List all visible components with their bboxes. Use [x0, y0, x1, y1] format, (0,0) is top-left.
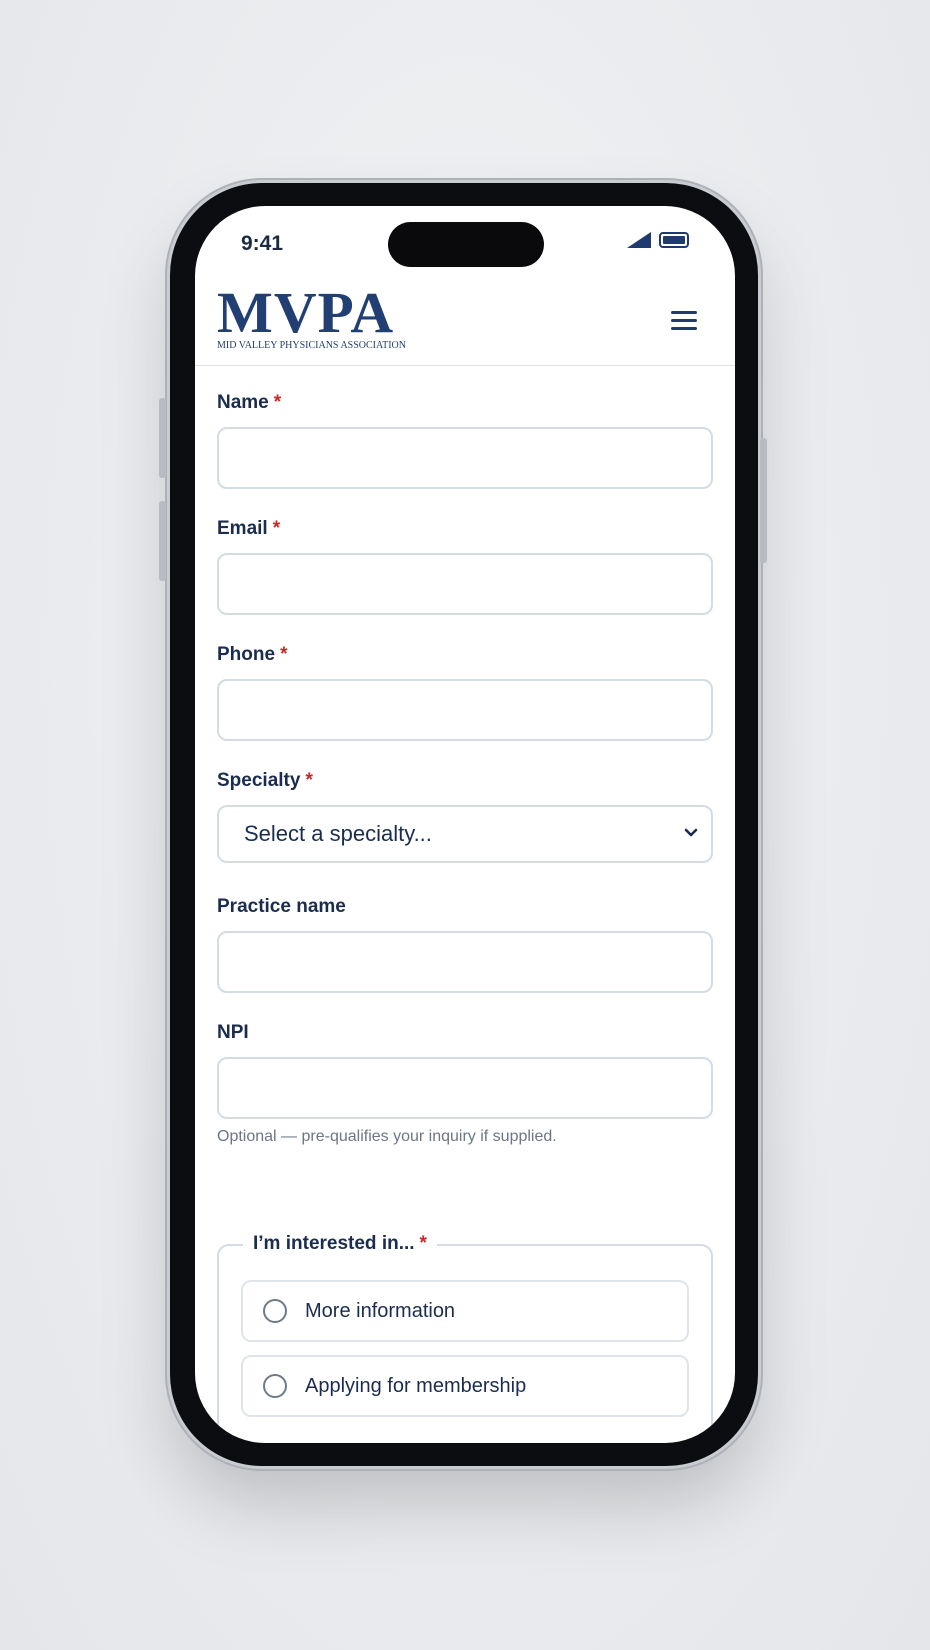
mute-switch	[159, 398, 166, 478]
specialty-field-group: Specialty * Select a specialty...	[217, 769, 713, 863]
required-marker: *	[272, 518, 281, 539]
phone-screen: 9:41 MVPA MID VALLEY PHYSICIANS ASSOCIAT…	[195, 206, 735, 1443]
inquiry-form: Name * Email * Phone * Specialty * Select a …	[217, 391, 713, 1443]
radio-button[interactable]	[263, 1299, 287, 1323]
option-label: More information	[305, 1299, 456, 1322]
phone-frame: 9:41 MVPA MID VALLEY PHYSICIANS ASSOCIAT…	[159, 183, 767, 1466]
email-label: Email *	[217, 518, 281, 539]
name-input[interactable]	[217, 427, 713, 489]
npi-label: NPI	[217, 1022, 249, 1043]
interest-fieldset: I’m interested in... * More information A…	[217, 1232, 713, 1443]
name-field-group: Name *	[217, 391, 713, 489]
radio-button[interactable]	[263, 1374, 287, 1398]
dynamic-island	[388, 222, 544, 267]
required-marker: *	[419, 1233, 427, 1254]
status-time: 9:41	[241, 232, 284, 255]
required-marker: *	[273, 392, 282, 413]
email-field-group: Email *	[217, 517, 713, 615]
required-marker: *	[280, 644, 288, 665]
battery-icon	[659, 232, 689, 248]
hamburger-menu-icon[interactable]	[671, 311, 697, 331]
site-header: MVPA MID VALLEY PHYSICIANS ASSOCIATION	[195, 271, 735, 366]
npi-field-group: NPI Optional — pre-qualifies your inquir…	[217, 1021, 713, 1146]
specialty-select[interactable]: Select a specialty...	[217, 805, 713, 863]
option-more-information[interactable]: More information	[241, 1280, 689, 1342]
practice-name-field-group: Practice name	[217, 895, 713, 993]
option-label: Applying for membership	[305, 1374, 527, 1397]
practice-name-input[interactable]	[217, 931, 713, 993]
phone-field-group: Phone *	[217, 643, 713, 741]
name-label: Name *	[217, 392, 282, 413]
phone-label: Phone *	[217, 644, 288, 665]
npi-input[interactable]	[217, 1057, 713, 1119]
status-icons	[627, 232, 689, 248]
phone-input[interactable]	[217, 679, 713, 741]
chevron-down-icon	[684, 828, 698, 837]
practice-name-label: Practice name	[217, 896, 346, 917]
email-input[interactable]	[217, 553, 713, 615]
required-marker: *	[305, 770, 313, 791]
specialty-selected-value: Select a specialty...	[244, 821, 432, 846]
logo-mark: MVPA	[217, 280, 395, 345]
volume-button	[159, 501, 166, 581]
option-applying-for-membership[interactable]: Applying for membership	[241, 1355, 689, 1417]
mvpa-logo[interactable]: MVPA MID VALLEY PHYSICIANS ASSOCIATION	[217, 284, 406, 352]
interest-legend: I’m interested in... *	[243, 1232, 437, 1256]
specialty-label: Specialty *	[217, 770, 313, 791]
npi-helper-text: Optional — pre-qualifies your inquiry if…	[217, 1128, 557, 1145]
signal-icon	[627, 232, 651, 248]
power-button	[760, 438, 767, 563]
